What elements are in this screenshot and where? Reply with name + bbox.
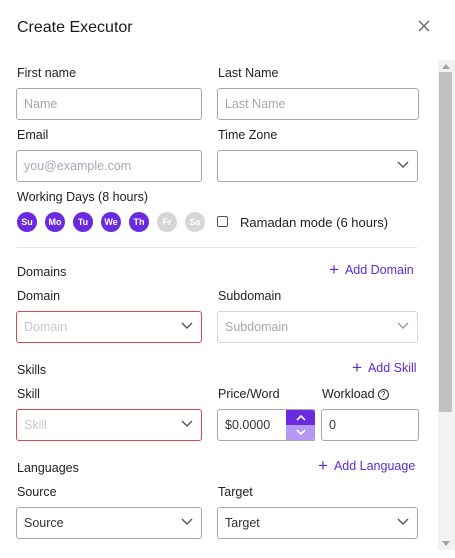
skills-section-title: Skills <box>17 363 47 377</box>
plus-icon: + <box>329 260 339 279</box>
scrollbar-thumb[interactable] <box>439 72 452 412</box>
last-name-placeholder: Last Name <box>225 97 286 111</box>
skill-placeholder: Skill <box>24 418 47 432</box>
target-value: Target <box>225 516 260 530</box>
chevron-up-icon <box>295 414 306 421</box>
create-executor-dialog: Create Executor First name Last Name Nam… <box>0 0 455 558</box>
domains-section-title: Domains <box>17 265 67 279</box>
price-per-word-value: $0.0000 <box>225 418 271 432</box>
workload-label-text: Workload <box>322 387 375 401</box>
decrement-button[interactable] <box>286 425 315 440</box>
working-days-label: Working Days (8 hours) <box>17 190 149 204</box>
target-label: Target <box>218 485 253 499</box>
domain-select[interactable]: Domain <box>16 311 202 343</box>
help-icon[interactable]: ? <box>377 389 389 400</box>
domain-placeholder: Domain <box>24 320 68 334</box>
section-divider <box>17 247 417 248</box>
source-value: Source <box>24 516 64 530</box>
source-label: Source <box>17 485 57 499</box>
languages-section-title: Languages <box>17 461 79 475</box>
chevron-down-icon <box>397 518 409 525</box>
scroll-up-arrow-icon[interactable] <box>442 64 450 69</box>
add-skill-button[interactable]: + Add Skill <box>352 358 417 377</box>
email-label: Email <box>17 128 49 142</box>
scrollbar[interactable] <box>438 60 455 550</box>
close-icon[interactable] <box>416 18 432 34</box>
day-toggle-fr[interactable]: Fr <box>157 212 177 232</box>
day-toggle-mo[interactable]: Mo <box>45 212 65 232</box>
email-input[interactable]: you@example.com <box>16 150 202 182</box>
chevron-down-icon <box>181 518 193 525</box>
skill-label: Skill <box>17 387 40 401</box>
add-domain-label: Add Domain <box>344 263 414 277</box>
working-days-selector: Su Mo Tu We Th Fr Sa <box>17 212 205 232</box>
subdomain-label: Subdomain <box>218 289 282 303</box>
add-language-label: Add Language <box>333 459 416 473</box>
first-name-input[interactable]: Name <box>16 88 202 120</box>
chevron-down-icon <box>181 322 193 329</box>
skill-select[interactable]: Skill <box>16 409 202 441</box>
ramadan-mode-label: Ramadan mode (6 hours) <box>240 215 389 230</box>
scroll-down-arrow-icon[interactable] <box>442 541 450 546</box>
email-placeholder: you@example.com <box>24 159 132 173</box>
first-name-label: First name <box>17 66 77 80</box>
chevron-down-icon <box>181 420 193 427</box>
add-domain-button[interactable]: + Add Domain <box>329 260 414 279</box>
price-stepper <box>286 410 315 440</box>
price-per-word-label: Price/Word <box>218 387 280 401</box>
subdomain-select[interactable]: Subdomain <box>217 311 418 343</box>
day-toggle-tu[interactable]: Tu <box>73 212 93 232</box>
source-language-select[interactable]: Source <box>16 507 202 539</box>
workload-input[interactable]: 0 <box>321 409 419 441</box>
domain-label: Domain <box>17 289 61 303</box>
plus-icon: + <box>352 358 362 377</box>
target-language-select[interactable]: Target <box>217 507 418 539</box>
chevron-down-icon <box>397 322 409 329</box>
subdomain-placeholder: Subdomain <box>225 320 289 334</box>
increment-button[interactable] <box>286 410 315 425</box>
time-zone-label: Time Zone <box>218 128 278 142</box>
chevron-down-icon <box>397 161 409 168</box>
first-name-placeholder: Name <box>24 97 58 111</box>
workload-label: Workload? <box>322 387 389 401</box>
day-toggle-sa[interactable]: Sa <box>185 212 205 232</box>
day-toggle-th[interactable]: Th <box>129 212 149 232</box>
dialog-title: Create Executor <box>17 19 133 36</box>
workload-value: 0 <box>329 418 336 432</box>
last-name-label: Last Name <box>218 66 279 80</box>
time-zone-select[interactable] <box>217 150 418 182</box>
add-skill-label: Add Skill <box>367 361 417 375</box>
day-toggle-su[interactable]: Su <box>17 212 37 232</box>
day-toggle-we[interactable]: We <box>101 212 121 232</box>
ramadan-mode-checkbox[interactable] <box>217 216 228 227</box>
plus-icon: + <box>318 456 328 475</box>
add-language-button[interactable]: + Add Language <box>318 456 416 475</box>
chevron-down-icon <box>295 429 306 436</box>
last-name-input[interactable]: Last Name <box>217 88 419 120</box>
